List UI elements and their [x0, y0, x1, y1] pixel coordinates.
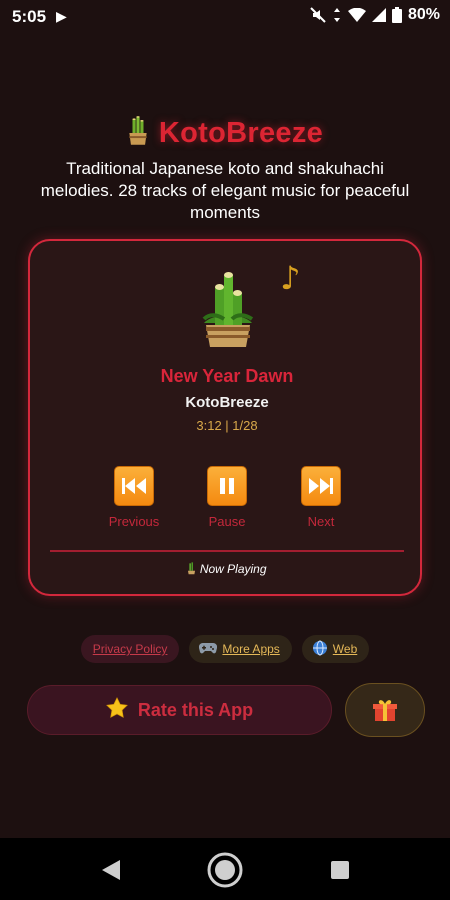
- links-row: Privacy Policy More Apps Web: [0, 635, 450, 665]
- battery-icon: [391, 7, 402, 23]
- gift-icon: [373, 700, 397, 721]
- next-button[interactable]: [301, 466, 341, 506]
- mute-icon: [310, 7, 326, 23]
- status-time: 5:05: [12, 7, 47, 26]
- app-title: KotoBreeze: [158, 116, 324, 149]
- skip-next-icon: [309, 478, 333, 494]
- pause-button[interactable]: [207, 466, 247, 506]
- now-playing-status: Now Playing: [30, 561, 424, 576]
- player-card: ♪ New Year Dawn KotoBreeze 3:12 | 1/28 P…: [28, 239, 422, 596]
- back-icon[interactable]: [100, 858, 122, 882]
- rate-app-label: Rate this App: [137, 699, 254, 720]
- next-control[interactable]: Next: [281, 466, 361, 529]
- now-playing-label: Now Playing: [199, 562, 267, 576]
- privacy-policy-label: Privacy Policy: [92, 642, 168, 656]
- previous-control[interactable]: Previous: [94, 466, 174, 529]
- web-label: Web: [332, 642, 358, 656]
- more-apps-link[interactable]: More Apps: [189, 635, 292, 663]
- previous-button[interactable]: [114, 466, 154, 506]
- system-nav-bar: [0, 838, 450, 900]
- music-note-icon: ♪: [280, 259, 301, 297]
- pause-label: Pause: [208, 514, 246, 529]
- kadomatsu-logo-icon: [127, 114, 149, 153]
- gift-button[interactable]: [345, 683, 425, 737]
- kadomatsu-small-icon: [188, 562, 196, 575]
- kadomatsu-artwork-icon: [202, 272, 254, 347]
- game-controller-icon: [199, 642, 218, 657]
- play-notification-icon: ▶: [56, 8, 67, 24]
- track-title: New Year Dawn: [160, 366, 294, 386]
- star-icon: [105, 696, 128, 724]
- status-icons: 80%: [310, 6, 440, 24]
- status-bar: 5:05 ▶ 80%: [0, 0, 450, 34]
- globe-icon: [312, 640, 328, 659]
- more-apps-label: More Apps: [222, 642, 280, 656]
- next-label: Next: [307, 514, 335, 529]
- privacy-policy-link[interactable]: Privacy Policy: [80, 635, 180, 663]
- web-link[interactable]: Web: [301, 635, 370, 663]
- app-tagline: Traditional Japanese koto and shakuhachi…: [40, 159, 410, 222]
- rate-app-button[interactable]: Rate this App: [27, 685, 332, 735]
- pause-control[interactable]: Pause: [187, 466, 267, 529]
- wifi-icon: [347, 8, 366, 22]
- track-time-position: 3:12 | 1/28: [196, 418, 258, 433]
- signal-icon: [371, 8, 386, 22]
- app-header: KotoBreeze: [0, 112, 450, 154]
- data-arrows-icon: [333, 8, 340, 22]
- skip-previous-icon: [122, 478, 146, 494]
- recent-apps-icon[interactable]: [330, 860, 350, 880]
- battery-percent: 80%: [407, 6, 440, 23]
- pause-icon: [220, 478, 234, 494]
- track-artist: KotoBreeze: [185, 394, 269, 411]
- previous-label: Previous: [108, 514, 160, 529]
- player-divider: [50, 550, 404, 552]
- home-icon[interactable]: [207, 852, 243, 888]
